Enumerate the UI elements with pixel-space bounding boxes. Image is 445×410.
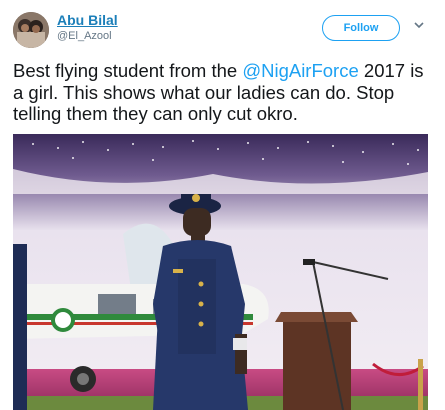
tweet-header: Abu Bilal @El_Azool Follow [0,0,445,50]
chevron-down-icon[interactable] [411,17,427,33]
avatar-image [13,12,49,48]
tweet-photo[interactable] [13,134,428,410]
tweet-text: Best flying student from the @NigAirForc… [13,60,438,125]
author-handle[interactable]: @El_Azool [57,30,112,42]
follow-button[interactable]: Follow [322,15,400,41]
author-name[interactable]: Abu Bilal [57,12,118,28]
mention-link[interactable]: @NigAirForce [242,60,358,81]
tweet-photo-image [13,134,428,410]
tweet-text-start: Best flying student from the [13,60,243,81]
avatar[interactable] [13,12,49,48]
